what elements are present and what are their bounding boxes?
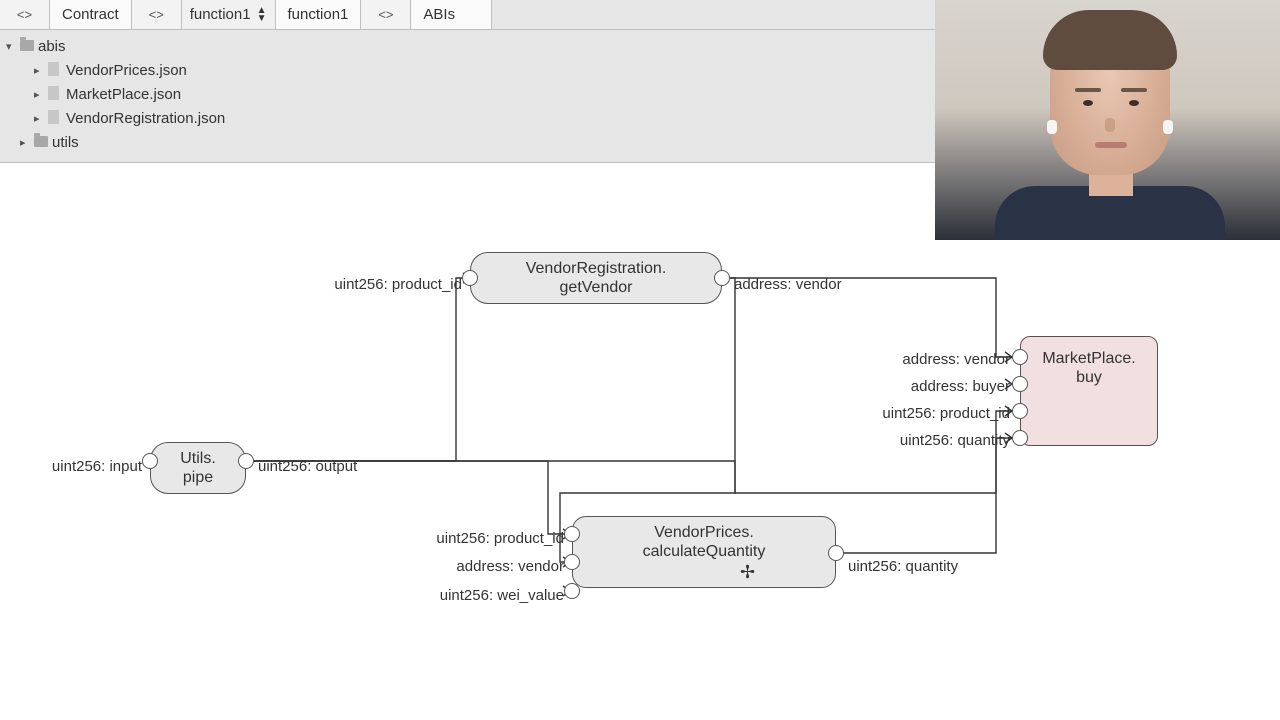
port-in[interactable]: [1012, 403, 1028, 419]
port-in[interactable]: [1012, 430, 1028, 446]
port-label: uint256: product_id: [416, 530, 564, 547]
node-title: VendorRegistration.: [485, 259, 707, 278]
port-in[interactable]: [564, 583, 580, 599]
node-subtitle: calculateQuantity: [587, 542, 821, 561]
port-in[interactable]: [462, 270, 478, 286]
port-label: uint256: wei_value: [416, 587, 564, 604]
port-label: uint256: input: [30, 458, 142, 475]
node-subtitle: getVendor: [485, 278, 707, 297]
node-calc-quantity[interactable]: VendorPrices. calculateQuantity: [572, 516, 836, 588]
port-label: uint256: quantity: [860, 432, 1010, 449]
node-title: MarketPlace.: [1035, 349, 1143, 368]
port-label: address: vendor: [734, 276, 842, 293]
port-label: address: vendor: [416, 558, 564, 575]
node-title: Utils.: [165, 449, 231, 468]
port-label: uint256: output: [258, 458, 357, 475]
port-label: uint256: product_id: [860, 405, 1010, 422]
port-label: uint256: quantity: [848, 558, 958, 575]
node-subtitle: buy: [1035, 368, 1143, 387]
node-title: VendorPrices.: [587, 523, 821, 542]
port-label: address: buyer: [860, 378, 1010, 395]
node-utils-pipe[interactable]: Utils. pipe: [150, 442, 246, 494]
port-in[interactable]: [1012, 349, 1028, 365]
port-in[interactable]: [1012, 376, 1028, 392]
move-cursor-icon: ✢: [740, 562, 755, 583]
port-out[interactable]: [238, 453, 254, 469]
port-out[interactable]: [714, 270, 730, 286]
node-get-vendor[interactable]: VendorRegistration. getVendor: [470, 252, 722, 304]
port-in[interactable]: [564, 526, 580, 542]
port-in[interactable]: [142, 453, 158, 469]
node-subtitle: pipe: [165, 468, 231, 487]
port-in[interactable]: [564, 554, 580, 570]
port-label: uint256: product_id: [314, 276, 462, 293]
node-marketplace-buy[interactable]: MarketPlace. buy: [1020, 336, 1158, 446]
port-label: address: vendor: [860, 351, 1010, 368]
webcam-overlay: [935, 0, 1280, 240]
port-out[interactable]: [828, 545, 844, 561]
